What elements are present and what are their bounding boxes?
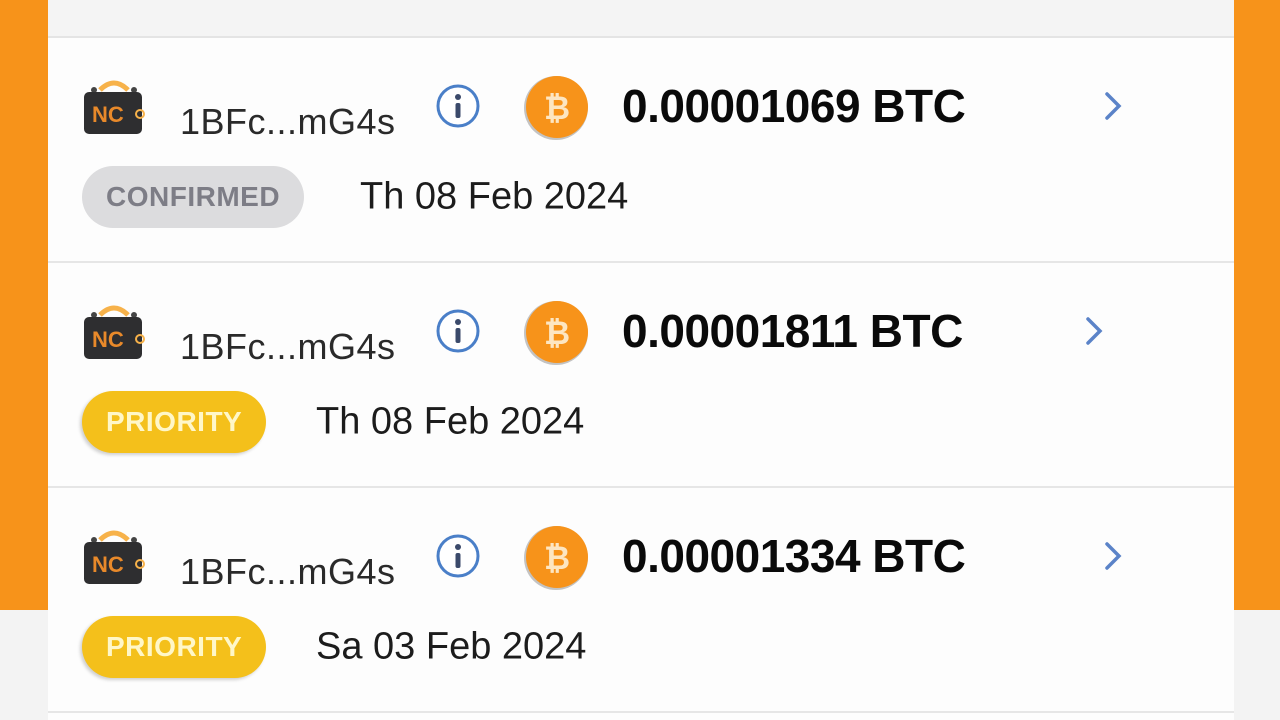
bitcoin-icon: ₿ <box>524 76 588 140</box>
info-icon[interactable] <box>434 532 482 580</box>
info-icon[interactable] <box>434 82 482 130</box>
transaction-row[interactable]: NC 1BFc...mG4s ₿ 0.00001334 BTC PRIORITY… <box>48 488 1234 713</box>
date-text: Th 08 Feb 2024 <box>360 175 629 218</box>
status-badge: PRIORITY <box>82 616 267 678</box>
list-header-strip <box>48 0 1234 38</box>
chevron-right-icon[interactable] <box>1100 88 1126 124</box>
amount-text: 0.00001334 BTC <box>622 530 966 582</box>
transaction-row[interactable]: NC 1BFc...mG4s ₿ 0.00001069 BTC CONFIRME… <box>48 38 1234 263</box>
svg-text:NC: NC <box>92 552 124 577</box>
date-text: Sa 03 Feb 2024 <box>316 625 587 668</box>
svg-text:₿: ₿ <box>544 539 570 577</box>
svg-text:₿: ₿ <box>544 314 570 352</box>
svg-text:NC: NC <box>92 102 124 127</box>
address-text: 1BFc...mG4s <box>180 326 396 367</box>
nc-wallet-icon: NC <box>84 305 145 359</box>
amount-text: 0.00001811 BTC <box>622 305 963 357</box>
svg-text:₿: ₿ <box>544 89 570 127</box>
info-icon[interactable] <box>434 307 482 355</box>
chevron-right-icon[interactable] <box>1100 538 1126 574</box>
right-orange-border <box>1234 0 1280 610</box>
transaction-row[interactable]: NC 1BFc...mG4s ₿ 0.00001811 BTC PRIORITY… <box>48 263 1234 488</box>
status-badge: PRIORITY <box>82 391 267 453</box>
address-text: 1BFc...mG4s <box>180 551 396 592</box>
nc-wallet-icon: NC <box>84 80 145 134</box>
status-badge: CONFIRMED <box>82 166 305 228</box>
bitcoin-icon: ₿ <box>524 301 588 365</box>
left-orange-border <box>0 0 48 610</box>
svg-text:NC: NC <box>92 327 124 352</box>
amount-text: 0.00001069 BTC <box>622 80 966 132</box>
chevron-right-icon[interactable] <box>1081 313 1107 349</box>
date-text: Th 08 Feb 2024 <box>316 400 585 443</box>
bitcoin-icon: ₿ <box>524 526 588 590</box>
address-text: 1BFc...mG4s <box>180 101 396 142</box>
transaction-list-panel: NC 1BFc...mG4s ₿ 0.00001069 BTC CONFIRME… <box>48 0 1234 720</box>
nc-wallet-icon: NC <box>84 530 145 584</box>
